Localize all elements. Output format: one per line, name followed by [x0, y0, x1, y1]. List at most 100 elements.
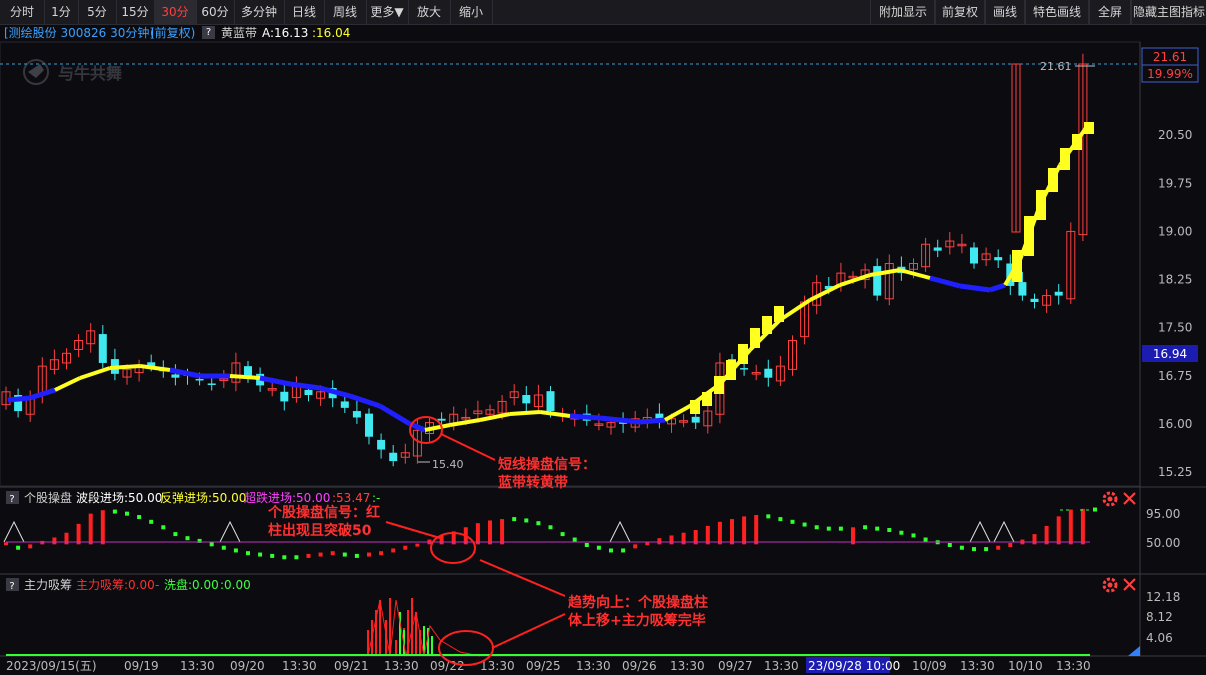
- sub1-dot: [354, 553, 359, 558]
- sub1-dot: [863, 525, 868, 530]
- svg-text:个股操盘: 个股操盘: [24, 490, 72, 505]
- candle-body: [522, 395, 531, 404]
- sub1-dot: [16, 545, 21, 550]
- candle-body: [1018, 282, 1027, 296]
- sub2-header: ? 主力吸筹 主力吸筹:0.00 - 洗盘:0.00 :0.00: [6, 577, 251, 592]
- price-tick: 18.25: [1158, 273, 1192, 287]
- top-price-value: 21.61: [1153, 50, 1187, 64]
- band-segment: [79, 366, 111, 380]
- sub1-dot: [887, 528, 892, 532]
- band-block: [1048, 168, 1058, 192]
- band-block: [774, 306, 784, 322]
- price-tick: 16.00: [1158, 417, 1192, 431]
- band-block: [1036, 190, 1046, 220]
- candle-body: [873, 266, 882, 296]
- band-segment: [569, 413, 601, 421]
- svg-text:主力吸筹: 主力吸筹: [24, 578, 72, 592]
- sub1-dot: [112, 509, 117, 514]
- sub1-dot: [572, 537, 577, 542]
- sub2-tick: 8.12: [1146, 610, 1173, 624]
- sub1-bar: [40, 540, 45, 545]
- sub1-bar: [4, 542, 8, 546]
- price-tick: 19.00: [1158, 224, 1192, 238]
- candle-body: [437, 418, 446, 421]
- sub1-signal-marker: [993, 520, 1015, 543]
- sub1-dot: [221, 545, 226, 550]
- time-label: 09/20: [230, 659, 265, 673]
- sub1-bar: [415, 543, 420, 547]
- sub1-dot: [1008, 543, 1013, 547]
- band-segment: [349, 393, 381, 409]
- band-segment: [989, 282, 1006, 293]
- band-block: [690, 400, 700, 414]
- band-block: [1024, 216, 1034, 256]
- band-segment: [139, 364, 171, 372]
- sub1-dot: [766, 514, 771, 519]
- sub1-dot: [923, 537, 928, 542]
- sub1-settings-icon[interactable]: [1102, 491, 1118, 507]
- sub1-dot: [996, 545, 1001, 550]
- sub1-signal-marker: [609, 520, 631, 543]
- candle-body: [1054, 291, 1063, 296]
- candle-body: [352, 411, 361, 418]
- sub1-dot: [984, 547, 989, 552]
- sub1-close-icon[interactable]: [1123, 492, 1136, 505]
- band-segment: [109, 364, 141, 370]
- sub1-dot: [633, 544, 638, 549]
- band-block: [726, 360, 736, 380]
- band-segment: [929, 275, 961, 289]
- sub1-dot: [596, 545, 601, 550]
- sub1-bar: [488, 520, 492, 545]
- candlesticks: [1, 53, 1088, 467]
- time-label: 13:30: [576, 659, 611, 673]
- time-label: 13:30: [764, 659, 799, 673]
- band-segment: [509, 410, 541, 416]
- sub1-bar: [1068, 509, 1073, 545]
- sub1-dot: [621, 548, 626, 553]
- price-tick: 19.75: [1158, 176, 1192, 190]
- sub1-bar: [64, 532, 69, 545]
- svg-text:波段进场:50.00: 波段进场:50.00: [76, 490, 162, 505]
- time-label: 09/25: [526, 659, 561, 673]
- price-tick: 20.50: [1158, 128, 1192, 142]
- sub1-tick: 50.00: [1146, 536, 1180, 550]
- sub1-bar: [475, 523, 480, 545]
- candle-body: [207, 383, 216, 385]
- sub2-bars: [6, 598, 1090, 657]
- candle-body: [933, 247, 942, 251]
- sub1-dot: [342, 552, 347, 557]
- sub2-settings-icon[interactable]: [1102, 577, 1118, 593]
- sub1-dot: [367, 552, 371, 557]
- band-segment: [424, 423, 451, 432]
- svg-text:主力吸筹:0.00: 主力吸筹:0.00: [76, 578, 155, 592]
- candle-body: [171, 374, 180, 378]
- sub1-dot: [899, 530, 904, 535]
- time-label: 09/19: [124, 659, 159, 673]
- svg-text:洗盘:0.00: 洗盘:0.00: [164, 577, 219, 592]
- svg-text:体上移+主力吸筹完毕: 体上移+主力吸筹完毕: [568, 612, 706, 629]
- svg-text:超跌进场:50.00: 超跌进场:50.00: [244, 490, 330, 505]
- band-segment: [959, 283, 991, 293]
- kline-chart[interactable]: 与牛共舞 20.50 19.75 19.00 18.25 17.50 16.75 16.00…: [0, 0, 1206, 675]
- band-block: [1060, 148, 1070, 170]
- time-label: 13:30: [384, 659, 419, 673]
- sub1-dot: [875, 526, 880, 531]
- candle-body: [304, 389, 313, 396]
- sub2-tick: 4.06: [1146, 631, 1173, 645]
- sub1-dot: [318, 552, 323, 557]
- sub1-signal-marker: [969, 520, 991, 543]
- sub1-dot: [149, 519, 154, 524]
- sub1-bar: [754, 515, 759, 545]
- band-segment: [378, 403, 412, 427]
- sub1-bar: [681, 532, 686, 545]
- sub2-close-icon[interactable]: [1123, 578, 1136, 591]
- candle-body: [389, 452, 398, 462]
- svg-text::0.00: :0.00: [220, 578, 251, 592]
- band-segment: [479, 412, 511, 422]
- time-label: 13:30: [670, 659, 705, 673]
- svg-text:趋势向上：个股操盘柱: 趋势向上：个股操盘柱: [568, 594, 708, 611]
- resize-corner-icon[interactable]: [1128, 646, 1140, 656]
- sub1-bar: [669, 535, 674, 545]
- band-block: [750, 328, 760, 348]
- time-label: 13:30: [1056, 659, 1091, 673]
